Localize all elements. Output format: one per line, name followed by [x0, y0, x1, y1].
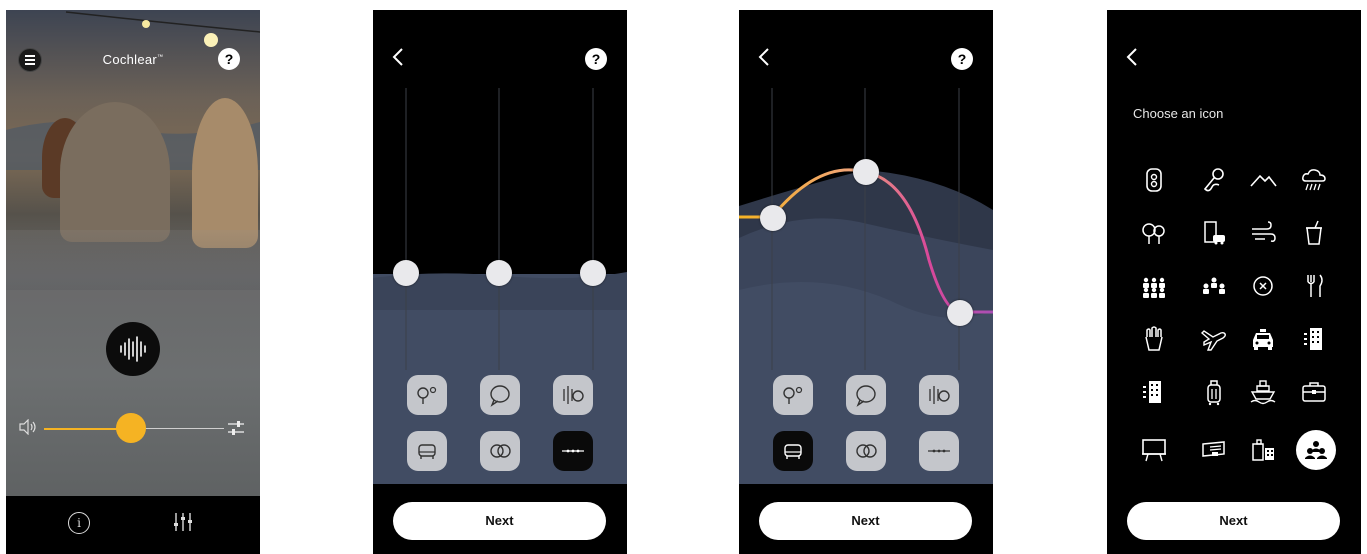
man-right	[192, 98, 258, 248]
briefcase-icon[interactable]	[1296, 374, 1332, 410]
mountains-icon[interactable]	[1245, 162, 1281, 198]
buildings-icon[interactable]	[1245, 432, 1281, 468]
ship-icon[interactable]	[1245, 374, 1281, 410]
choose-icon-screen: Choose an icon Next	[1107, 10, 1361, 554]
info-icon[interactable]: i	[68, 512, 90, 534]
equalizer-screen-custom: ? Next	[739, 10, 993, 554]
outdoor-sun-icon	[417, 386, 437, 404]
fork-knife-icon[interactable]	[1296, 268, 1332, 304]
presentation-icon[interactable]	[1136, 432, 1172, 468]
preset-noise[interactable]	[553, 375, 593, 415]
speech-bubble-icon	[856, 385, 876, 407]
woman-back	[60, 102, 170, 242]
eq-knob-mid[interactable]	[853, 159, 879, 185]
next-button[interactable]: Next	[393, 502, 606, 540]
microphone-icon[interactable]	[1196, 162, 1232, 198]
table	[6, 230, 260, 290]
preset-speech[interactable]	[846, 375, 886, 415]
next-button[interactable]: Next	[759, 502, 972, 540]
outdoor-sun-icon	[783, 386, 803, 404]
flat-wave-icon	[562, 449, 584, 453]
group-circle-icon[interactable]	[1298, 432, 1334, 468]
preset-home[interactable]	[773, 431, 813, 471]
eq-knob-low[interactable]	[760, 205, 786, 231]
equalizer-screen-flat: ? Next	[373, 10, 627, 554]
preset-speech[interactable]	[480, 375, 520, 415]
faces-conversation-icon	[490, 444, 511, 458]
crowd-icon[interactable]	[1136, 268, 1172, 304]
waveform-button[interactable]	[106, 322, 160, 376]
sofa-icon	[418, 444, 436, 459]
preset-outdoor[interactable]	[407, 375, 447, 415]
speech-bubble-icon	[490, 385, 510, 407]
adjust-icon[interactable]	[228, 419, 244, 437]
trees-icon[interactable]	[1136, 215, 1172, 251]
preset-home[interactable]	[407, 431, 447, 471]
building-car-icon[interactable]	[1196, 215, 1232, 251]
wind-icon[interactable]	[1245, 215, 1281, 251]
sofa-icon	[784, 444, 802, 459]
taxi-icon[interactable]	[1245, 321, 1281, 357]
drink-cup-icon[interactable]	[1296, 215, 1332, 251]
home-screen: Cochlear™ ? i	[6, 10, 260, 554]
equalizer-icon[interactable]	[172, 511, 194, 533]
volume-slider-knob[interactable]	[116, 413, 146, 443]
speech-cancel-icon[interactable]	[1245, 268, 1281, 304]
popcorn-icon[interactable]	[1136, 321, 1172, 357]
bus-stop-icon[interactable]	[1196, 432, 1232, 468]
back-chevron-icon[interactable]	[1125, 46, 1139, 68]
bottom-navigation	[6, 496, 260, 554]
faces-conversation-icon	[856, 444, 877, 458]
rain-cloud-icon[interactable]	[1296, 162, 1332, 198]
airplane-icon[interactable]	[1196, 321, 1232, 357]
eq-knob-low[interactable]	[393, 260, 419, 286]
hearing-aid-icon[interactable]	[1136, 162, 1172, 198]
preset-custom-flat[interactable]	[553, 431, 593, 471]
speaker-icon	[19, 419, 36, 435]
luggage-icon[interactable]	[1196, 374, 1232, 410]
eq-knob-high[interactable]	[580, 260, 606, 286]
preset-noise[interactable]	[919, 375, 959, 415]
apartment-icon[interactable]	[1136, 374, 1172, 410]
waveform-icon	[120, 336, 146, 362]
preset-conversation[interactable]	[846, 431, 886, 471]
preset-custom-flat[interactable]	[919, 431, 959, 471]
next-button[interactable]: Next	[1127, 502, 1340, 540]
flat-wave-icon	[928, 449, 950, 453]
preset-outdoor[interactable]	[773, 375, 813, 415]
page-title: Choose an icon	[1133, 106, 1224, 121]
help-button[interactable]: ?	[218, 48, 240, 70]
office-building-icon[interactable]	[1296, 321, 1332, 357]
eq-knob-mid[interactable]	[486, 260, 512, 286]
eq-knob-high[interactable]	[947, 300, 973, 326]
preset-conversation[interactable]	[480, 431, 520, 471]
noise-hand-icon	[929, 386, 950, 404]
noise-hand-icon	[563, 386, 584, 404]
group-icon[interactable]	[1196, 268, 1232, 304]
